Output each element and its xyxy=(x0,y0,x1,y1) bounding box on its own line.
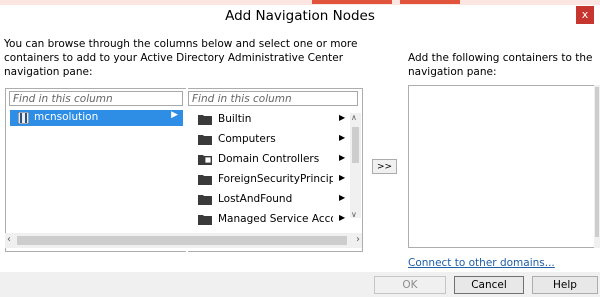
browse-column-1[interactable]: Find in this column mcnsolution ▶ xyxy=(5,88,186,252)
folder-icon xyxy=(198,215,212,225)
column2-item-label: Builtin xyxy=(218,113,252,125)
add-instructions: Add the following containers to the navi… xyxy=(408,52,593,78)
scrollbar-thumb[interactable] xyxy=(352,127,359,163)
scroll-up-icon[interactable]: ∧ xyxy=(351,113,357,122)
dialog-title: Add Navigation Nodes xyxy=(225,8,375,24)
column1-item-label: mcnsolution xyxy=(34,111,99,123)
horizontal-scrollbar[interactable]: ‹ › xyxy=(5,233,362,248)
column2-item-label: LostAndFound xyxy=(218,193,293,205)
column2-item-computers[interactable]: Computers ▶ xyxy=(188,130,348,149)
column2-item-foreign-security-principals[interactable]: ForeignSecurityPrincipa ▶ xyxy=(188,170,348,189)
folder-icon xyxy=(198,195,212,205)
column2-item-label: Domain Controllers xyxy=(218,153,320,165)
column1-item-mcnsolution[interactable]: mcnsolution ▶ xyxy=(10,110,183,126)
scrollbar-thumb[interactable] xyxy=(17,236,347,245)
add-containers-button[interactable]: >> xyxy=(372,159,397,174)
column2-item-label: Computers xyxy=(218,133,276,145)
chevron-right-icon: ▶ xyxy=(339,173,346,182)
close-button[interactable]: x xyxy=(576,6,594,24)
scroll-left-icon[interactable]: ‹ xyxy=(7,234,11,245)
connect-other-domains-link[interactable]: Connect to other domains... xyxy=(408,257,555,269)
column2-item-domain-controllers[interactable]: Domain Controllers ▶ xyxy=(188,150,348,169)
column2-item-lostandfound[interactable]: LostAndFound ▶ xyxy=(188,190,348,209)
chevron-right-icon: ▶ xyxy=(171,110,178,120)
help-button[interactable]: Help xyxy=(532,276,598,294)
column1-filter-input[interactable]: Find in this column xyxy=(9,91,183,106)
scroll-down-icon[interactable]: ∨ xyxy=(351,210,357,219)
ok-button[interactable]: OK xyxy=(374,276,446,294)
ou-icon xyxy=(198,155,212,165)
folder-icon xyxy=(198,175,212,185)
selected-list-scrollbar[interactable] xyxy=(594,85,600,248)
dialog-titlebar: Add Navigation Nodes x xyxy=(0,5,600,30)
column2-vertical-scrollbar[interactable]: ∧ ∨ xyxy=(350,113,361,219)
chevron-right-icon: ▶ xyxy=(339,213,346,222)
column2-item-managed-service-accounts[interactable]: Managed Service Accou ▶ xyxy=(188,210,348,229)
column2-item-label: Managed Service Accou xyxy=(218,213,333,225)
chevron-right-icon: ▶ xyxy=(339,133,346,142)
chevron-right-icon: ▶ xyxy=(339,153,346,162)
chevron-right-icon: ▶ xyxy=(339,193,346,202)
column2-item-label: ForeignSecurityPrincipa xyxy=(218,173,333,185)
folder-icon xyxy=(198,115,212,125)
cancel-button[interactable]: Cancel xyxy=(454,276,524,294)
browse-column-2[interactable]: Find in this column Builtin ▶ Computers … xyxy=(188,88,363,252)
column2-filter-input[interactable]: Find in this column xyxy=(188,91,358,106)
chevron-right-icon: ▶ xyxy=(339,113,346,122)
browse-instructions: You can browse through the columns below… xyxy=(4,38,358,78)
folder-icon xyxy=(198,135,212,145)
domain-server-icon xyxy=(18,112,29,124)
selected-containers-list[interactable] xyxy=(408,85,598,248)
scroll-right-icon[interactable]: › xyxy=(356,234,360,245)
column2-item-builtin[interactable]: Builtin ▶ xyxy=(188,110,348,129)
